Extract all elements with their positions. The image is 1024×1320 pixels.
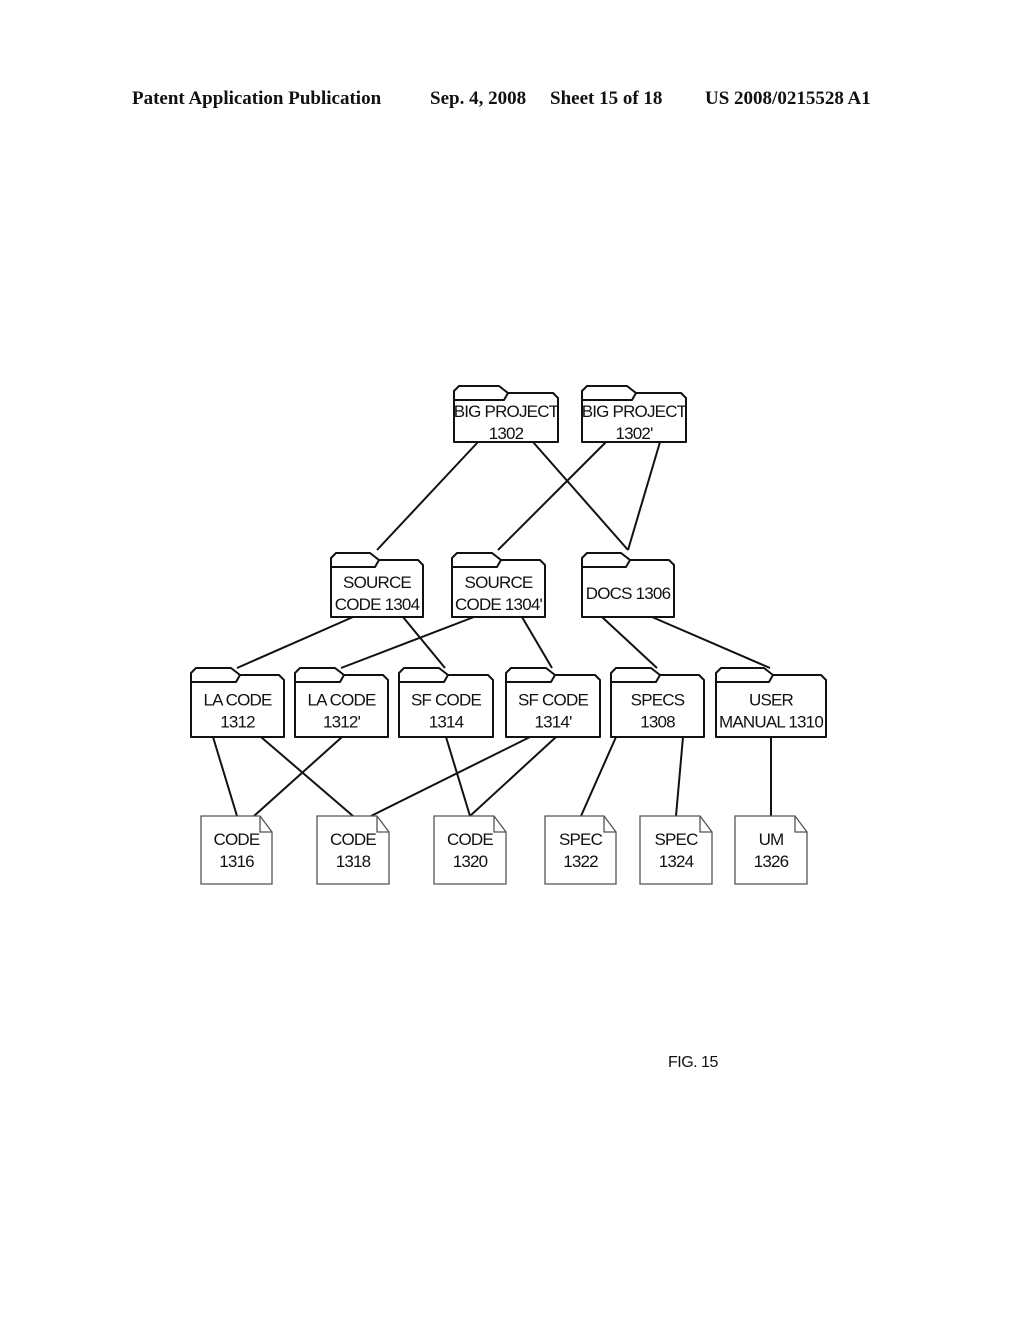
node-label-line: 1324 <box>659 852 694 871</box>
edge-1308-to-1324 <box>675 736 684 817</box>
document-icon <box>316 815 390 885</box>
edge-1302p-to-1306 <box>627 441 661 551</box>
node-label-line: SOURCE <box>465 573 533 592</box>
document-node-1316: CODE 1316 <box>200 815 273 885</box>
edge-1304p-to-1314p <box>521 616 553 669</box>
node-label-line: 1316 <box>219 852 254 871</box>
node-label-line: 1312 <box>220 713 255 732</box>
node-label-line: DOCS 1306 <box>586 584 671 603</box>
node-label-line: SPEC <box>559 830 603 849</box>
node-label-line: UM <box>759 830 784 849</box>
document-icon <box>433 815 507 885</box>
folder-node-1310: USER MANUAL 1310 <box>715 667 827 738</box>
node-label-line: SPECS <box>631 691 685 710</box>
node-label-line: LA CODE <box>307 691 376 710</box>
node-label-line: 1320 <box>453 852 488 871</box>
edge-1304-to-1312 <box>236 616 354 669</box>
node-label-line: CODE <box>214 830 260 849</box>
document-icon <box>544 815 617 885</box>
document-icon <box>734 815 808 885</box>
folder-hierarchy-diagram: BIG PROJECT 1302 BIG PROJECT 1302' SOURCE COD… <box>190 385 827 885</box>
edge-1302p-to-1304p <box>497 441 607 551</box>
edge-1312-to-1318 <box>260 736 354 817</box>
edge-1302-to-1304 <box>376 441 479 551</box>
edge-1314p-to-1320 <box>469 736 557 817</box>
node-label-line: CODE 1304' <box>455 595 542 614</box>
edge-1306-to-1310 <box>651 616 771 669</box>
edge-1302-to-1306 <box>532 441 629 551</box>
folder-node-1304p: SOURCE CODE 1304' <box>451 552 546 618</box>
node-label-line: 1302 <box>489 424 524 443</box>
node-label-line: SPEC <box>654 830 698 849</box>
node-label-line: 1314 <box>429 713 464 732</box>
figure-label: FIG. 15 <box>668 1054 718 1071</box>
document-node-1324: SPEC 1324 <box>639 815 713 885</box>
document-icon <box>639 815 713 885</box>
document-node-1326: UM 1326 <box>734 815 808 885</box>
document-node-1320: CODE 1320 <box>433 815 507 885</box>
nodes-layer: BIG PROJECT 1302 BIG PROJECT 1302' SOURCE COD… <box>190 385 827 885</box>
folder-node-1312p: LA CODE 1312' <box>294 667 389 738</box>
node-label-line: CODE <box>330 830 376 849</box>
folder-node-1306: DOCS 1306 <box>581 552 675 618</box>
folder-node-1314: SF CODE 1314 <box>398 667 494 738</box>
folder-node-1308: SPECS 1308 <box>610 667 705 738</box>
edge-1308-to-1322 <box>580 736 617 817</box>
folder-node-1302p: BIG PROJECT 1302' <box>581 385 687 443</box>
node-label-line: USER <box>749 691 794 710</box>
node-label-line: BIG PROJECT <box>454 402 559 421</box>
node-label-line: 1318 <box>336 852 371 871</box>
node-label-line: 1322 <box>563 852 598 871</box>
node-label-line: 1302' <box>615 424 653 443</box>
edges-layer <box>212 441 772 817</box>
node-label-line: BIG PROJECT <box>582 402 687 421</box>
folder-node-1304: SOURCE CODE 1304 <box>330 552 424 618</box>
node-label-line: MANUAL 1310 <box>719 713 823 732</box>
node-label-line: CODE <box>447 830 493 849</box>
folder-node-1312: LA CODE 1312 <box>190 667 285 738</box>
node-label-line: SF CODE <box>518 691 588 710</box>
edge-1312-to-1316 <box>212 736 238 817</box>
document-node-1322: SPEC 1322 <box>544 815 617 885</box>
node-label-line: 1312' <box>323 713 361 732</box>
node-label-line: 1314' <box>534 713 572 732</box>
document-node-1318: CODE 1318 <box>316 815 390 885</box>
node-label-line: LA CODE <box>203 691 272 710</box>
node-label-line: 1326 <box>754 852 789 871</box>
edge-1306-to-1308 <box>601 616 658 669</box>
edge-1304p-to-1312p <box>340 616 475 669</box>
node-label-line: SF CODE <box>411 691 481 710</box>
node-label-line: SOURCE <box>343 573 411 592</box>
node-label-line: CODE 1304 <box>335 595 420 614</box>
document-icon <box>200 815 273 885</box>
edge-1312p-to-1316 <box>253 736 343 817</box>
folder-node-1314p: SF CODE 1314' <box>505 667 601 738</box>
node-label-line: 1308 <box>640 713 675 732</box>
folder-node-1302: BIG PROJECT 1302 <box>453 385 559 443</box>
